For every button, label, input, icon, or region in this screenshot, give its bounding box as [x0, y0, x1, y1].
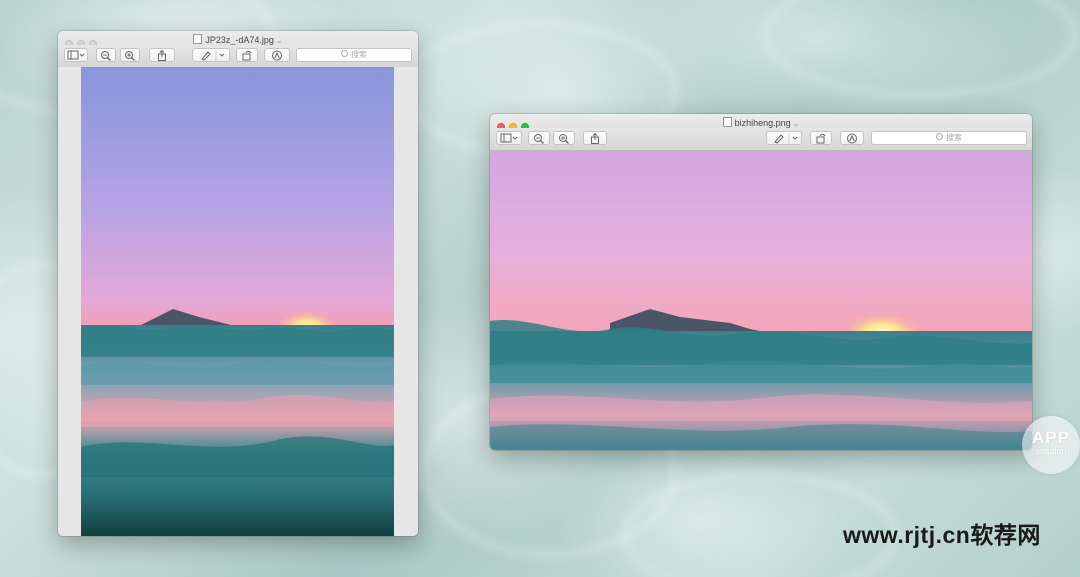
- chevron-down-icon: ⌄: [792, 119, 800, 128]
- zoom-out-icon: [101, 51, 111, 61]
- document-image[interactable]: [81, 67, 394, 536]
- chevron-down-icon: ⌄: [275, 36, 283, 45]
- search-icon: [341, 50, 348, 57]
- share-button[interactable]: [149, 48, 175, 62]
- zoom-in-icon: [125, 51, 135, 61]
- document-icon: [193, 34, 203, 44]
- filename: JP23z_-dA74.jpg: [205, 35, 274, 45]
- zoom-in-button[interactable]: [553, 131, 575, 145]
- water-caustic: [760, 0, 1080, 100]
- rotate-icon: [816, 133, 826, 144]
- markup-pen-icon: [774, 133, 798, 144]
- sidebar-icon: [67, 50, 85, 60]
- markup-button[interactable]: [766, 131, 802, 145]
- search-placeholder: 搜索: [946, 133, 962, 142]
- document-icon: [722, 117, 732, 127]
- markup-pen-icon: [201, 50, 225, 61]
- window-title[interactable]: bizhiheng.png ⌄: [490, 117, 1032, 128]
- toolbar: 搜索: [58, 45, 418, 68]
- search-placeholder: 搜索: [351, 50, 367, 59]
- badge-line2: solution: [1035, 446, 1067, 456]
- zoom-out-icon: [534, 134, 544, 144]
- sunset-sea-photo: [81, 67, 394, 536]
- markup-button[interactable]: [192, 48, 230, 62]
- search-field[interactable]: 搜索: [871, 131, 1027, 145]
- zoom-in-button[interactable]: [120, 48, 140, 62]
- search-field[interactable]: 搜索: [296, 48, 412, 62]
- image-margin: [394, 67, 418, 536]
- rotate-button[interactable]: [810, 131, 832, 145]
- document-image[interactable]: [490, 151, 1032, 450]
- annotate-icon: [847, 133, 857, 144]
- zoom-in-icon: [559, 134, 569, 144]
- site-watermark: www.rjtj.cn软荐网: [843, 522, 1041, 548]
- filename: bizhiheng.png: [734, 118, 791, 128]
- image-margin: [58, 67, 81, 536]
- annotate-button[interactable]: [264, 48, 290, 62]
- zoom-out-button[interactable]: [528, 131, 550, 145]
- preview-window-right[interactable]: bizhiheng.png ⌄ 搜索: [490, 114, 1032, 450]
- rotate-button[interactable]: [236, 48, 258, 62]
- share-icon: [591, 133, 599, 144]
- toolbar: 搜索: [490, 128, 1032, 151]
- sidebar-button[interactable]: [496, 131, 522, 145]
- sidebar-icon: [500, 133, 518, 143]
- search-icon: [936, 133, 943, 140]
- share-icon: [158, 50, 166, 61]
- sidebar-button[interactable]: [64, 48, 88, 62]
- sunset-sea-photo: [490, 151, 1032, 450]
- rotate-icon: [242, 50, 252, 61]
- zoom-out-button[interactable]: [96, 48, 116, 62]
- annotate-icon: [272, 50, 282, 61]
- annotate-button[interactable]: [840, 131, 864, 145]
- app-solution-badge: APP solution: [1022, 416, 1080, 474]
- badge-line1: APP: [1032, 428, 1070, 447]
- window-title[interactable]: JP23z_-dA74.jpg ⌄: [58, 34, 418, 45]
- share-button[interactable]: [583, 131, 607, 145]
- preview-window-left[interactable]: JP23z_-dA74.jpg ⌄ 搜索: [58, 31, 418, 536]
